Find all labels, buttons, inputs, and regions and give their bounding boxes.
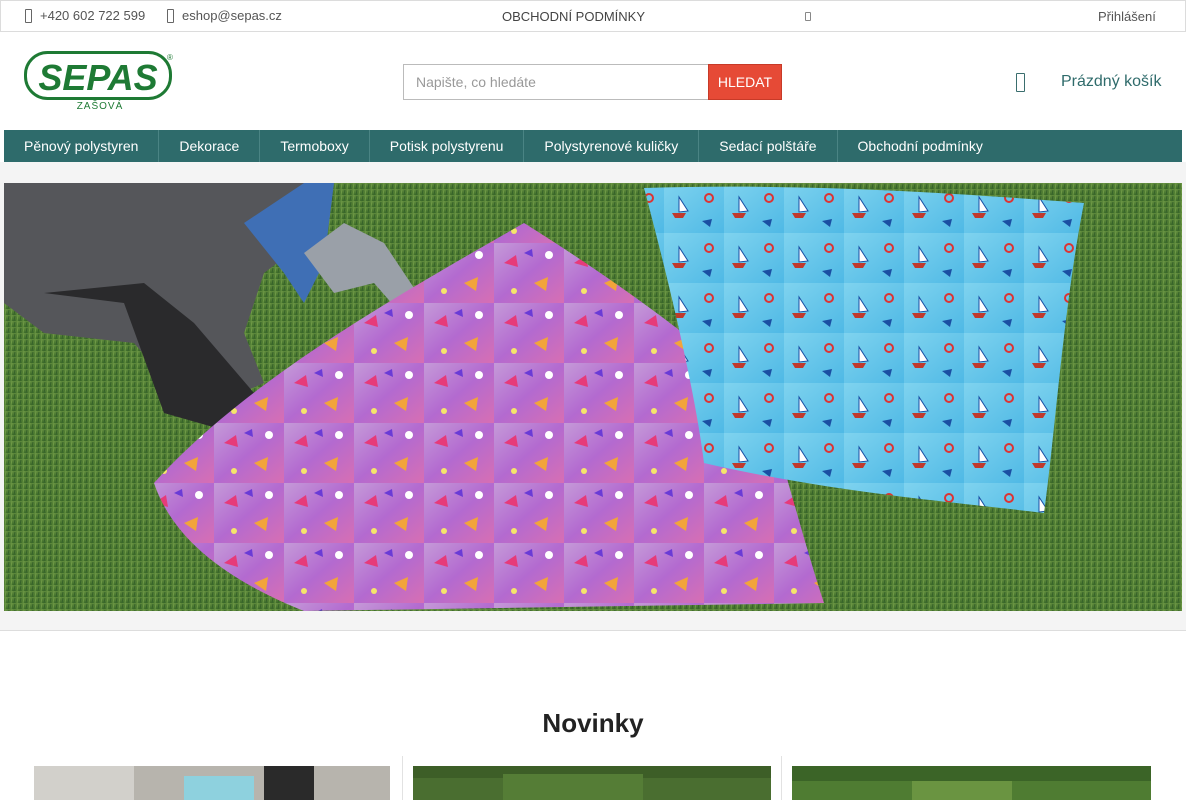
nav-item-obchodni-podminky[interactable]: Obchodní podmínky — [838, 130, 1003, 162]
nav-item-polystyrenove-kulicky[interactable]: Polystyrenové kuličky — [524, 130, 700, 162]
dropdown-icon[interactable] — [805, 12, 811, 21]
site-logo[interactable]: SEPAS ® ZAŠOVÁ — [24, 51, 174, 112]
logo-subtext: ZAŠOVÁ — [77, 99, 124, 111]
nav-item-penovy-polystyren[interactable]: Pěnový polystyren — [4, 130, 160, 162]
terms-link[interactable]: OBCHODNÍ PODMÍNKY — [502, 9, 645, 24]
phone-icon — [25, 8, 32, 23]
main-nav: Pěnový polystyren Dekorace Termoboxy Pot… — [4, 130, 1182, 162]
product-divider — [781, 756, 782, 800]
product-image[interactable] — [34, 766, 390, 800]
cart-icon[interactable] — [1016, 73, 1025, 92]
search-button[interactable]: HLEDAT — [708, 64, 782, 100]
login-link[interactable]: Přihlášení — [1098, 9, 1156, 24]
section-title-novinky: Novinky — [542, 708, 644, 738]
nav-item-potisk-polystyrenu[interactable]: Potisk polystyrenu — [370, 130, 525, 162]
email-icon — [167, 8, 174, 23]
email-contact[interactable]: eshop@sepas.cz — [167, 8, 282, 23]
search-input[interactable] — [404, 65, 708, 99]
nav-item-sedaci-polstare[interactable]: Sedací polštáře — [699, 130, 838, 162]
phone-number: +420 602 722 599 — [40, 8, 146, 23]
cart-link[interactable]: Prázdný košík — [1061, 73, 1161, 91]
search-box — [403, 64, 709, 100]
product-image[interactable] — [792, 766, 1151, 800]
email-address: eshop@sepas.cz — [182, 8, 282, 23]
phone-contact[interactable]: +420 602 722 599 — [25, 8, 145, 23]
logo-text: SEPAS — [38, 57, 157, 98]
logo-mark: ® — [167, 53, 173, 62]
nav-item-dekorace[interactable]: Dekorace — [159, 130, 261, 162]
page: +420 602 722 599 eshop@sepas.cz OBCHODNÍ… — [0, 0, 1200, 800]
hero-banner[interactable] — [4, 183, 1182, 611]
product-divider — [402, 756, 403, 800]
product-image[interactable] — [413, 766, 771, 800]
nav-item-termoboxy[interactable]: Termoboxy — [260, 130, 370, 162]
top-bar: +420 602 722 599 eshop@sepas.cz OBCHODNÍ… — [0, 0, 1186, 32]
